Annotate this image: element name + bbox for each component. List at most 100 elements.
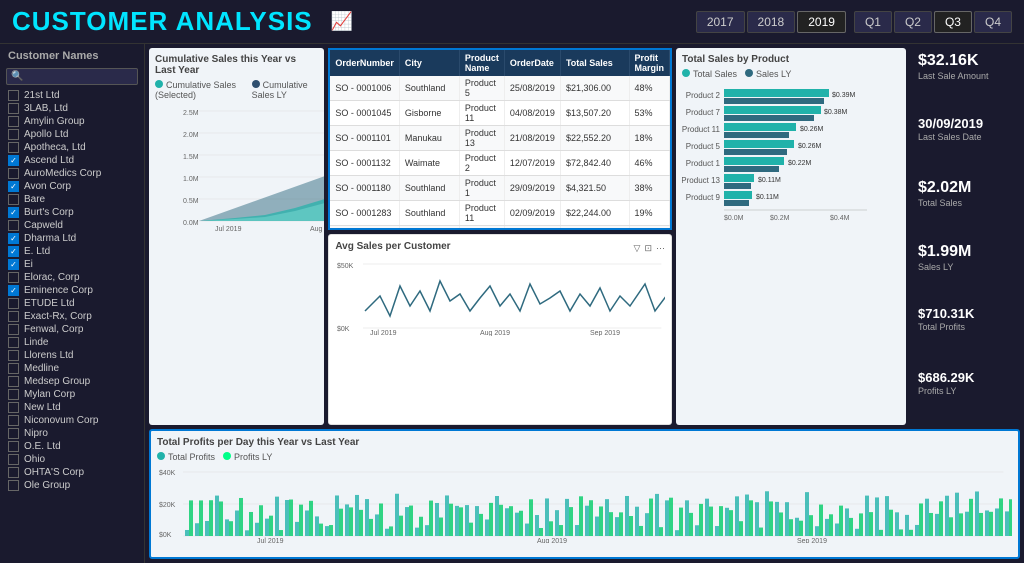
customer-item[interactable]: ✓Burt's Corp [0, 206, 144, 219]
svg-text:$0K: $0K [159, 532, 172, 539]
customer-item[interactable]: Ohio [0, 453, 144, 466]
customer-item[interactable]: Bare [0, 193, 144, 206]
customer-checkbox[interactable] [8, 311, 19, 322]
customer-checkbox[interactable] [8, 441, 19, 452]
customer-checkbox[interactable] [8, 363, 19, 374]
customer-item[interactable]: Medline [0, 362, 144, 375]
svg-text:Jul 2019: Jul 2019 [257, 538, 284, 543]
kpi-profits-ly-value: $686.29K [918, 370, 1012, 385]
customer-checkbox[interactable] [8, 194, 19, 205]
customer-item[interactable]: ETUDE Ltd [0, 297, 144, 310]
customer-checkbox[interactable] [8, 298, 19, 309]
customer-checkbox[interactable] [8, 324, 19, 335]
customer-item[interactable]: Amylin Group [0, 115, 144, 128]
customer-checkbox[interactable] [8, 116, 19, 127]
customer-checkbox[interactable] [8, 90, 19, 101]
customer-checkbox[interactable]: ✓ [8, 246, 19, 257]
customer-checkbox[interactable] [8, 337, 19, 348]
customer-item[interactable]: ✓Avon Corp [0, 180, 144, 193]
customer-item[interactable]: Medsep Group [0, 375, 144, 388]
table-row[interactable]: SO - 0001045GisborneProduct 1104/08/2019… [330, 101, 669, 126]
customer-checkbox[interactable] [8, 220, 19, 231]
customer-checkbox[interactable]: ✓ [8, 181, 19, 192]
svg-text:2.5M: 2.5M [183, 110, 199, 117]
customer-checkbox[interactable] [8, 168, 19, 179]
customer-item[interactable]: Mylan Corp [0, 388, 144, 401]
customer-name: ETUDE Ltd [24, 298, 75, 309]
customer-checkbox[interactable]: ✓ [8, 285, 19, 296]
svg-text:$0.4M: $0.4M [830, 215, 850, 222]
customer-checkbox[interactable] [8, 454, 19, 465]
customer-checkbox[interactable] [8, 142, 19, 153]
customer-item[interactable]: Apollo Ltd [0, 128, 144, 141]
q3-btn[interactable]: Q3 [934, 11, 972, 33]
customer-checkbox[interactable]: ✓ [8, 155, 19, 166]
customer-item[interactable]: Niconovum Corp [0, 414, 144, 427]
customer-checkbox[interactable]: ✓ [8, 259, 19, 270]
customer-item[interactable]: 3LAB, Ltd [0, 102, 144, 115]
q1-btn[interactable]: Q1 [854, 11, 892, 33]
customer-checkbox[interactable] [8, 480, 19, 491]
customer-name: O.E. Ltd [24, 441, 61, 452]
customer-item[interactable]: Apotheca, Ltd [0, 141, 144, 154]
year-2017-btn[interactable]: 2017 [696, 11, 745, 33]
table-row[interactable]: SO - 0001132WaimateProduct 212/07/2019$7… [330, 151, 669, 176]
table-cell: SO - 0001180 [330, 176, 399, 201]
customer-item[interactable]: ✓ Ascend Ltd [0, 154, 144, 167]
expand-icon[interactable]: ⊡ [644, 243, 652, 254]
customer-checkbox[interactable]: ✓ [8, 233, 19, 244]
table-row[interactable]: SO - 0001006SouthlandProduct 525/08/2019… [330, 76, 669, 101]
customer-checkbox[interactable]: ✓ [8, 207, 19, 218]
customer-item[interactable]: ✓Ei [0, 258, 144, 271]
customer-item[interactable]: Elorac, Corp [0, 271, 144, 284]
customer-checkbox[interactable] [8, 272, 19, 283]
customer-item[interactable]: ✓Eminence Corp [0, 284, 144, 297]
customer-item[interactable]: Llorens Ltd [0, 349, 144, 362]
customer-item[interactable]: Linde [0, 336, 144, 349]
customer-checkbox[interactable] [8, 428, 19, 439]
customer-item[interactable]: Nipro [0, 427, 144, 440]
customer-name: Ascend Ltd [24, 155, 74, 166]
product-legend: Total Sales Sales LY [682, 69, 900, 79]
table-row[interactable]: SO - 0001101ManukauProduct 1321/08/2019$… [330, 126, 669, 151]
customer-checkbox[interactable] [8, 103, 19, 114]
customer-item[interactable]: New Ltd [0, 401, 144, 414]
svg-text:Product 5: Product 5 [686, 142, 721, 151]
table-cell: 29/09/2019 [504, 176, 560, 201]
customer-item[interactable]: Capweld [0, 219, 144, 232]
customer-checkbox[interactable] [8, 389, 19, 400]
customer-checkbox[interactable] [8, 402, 19, 413]
table-row[interactable]: SO - 0001543Thames-CoromandelProduct 504… [330, 226, 669, 230]
customer-item[interactable]: ✓E. Ltd [0, 245, 144, 258]
table-row[interactable]: SO - 0001180SouthlandProduct 129/09/2019… [330, 176, 669, 201]
more-icon[interactable]: ⋯ [656, 243, 665, 254]
legend-ly: Cumulative Sales LY [252, 80, 308, 100]
filter-icon[interactable]: ▽ [634, 243, 641, 254]
customer-checkbox[interactable] [8, 415, 19, 426]
customer-checkbox[interactable] [8, 350, 19, 361]
search-input[interactable] [26, 71, 133, 82]
customer-search-box[interactable]: 🔍 [6, 68, 138, 85]
year-2019-btn[interactable]: 2019 [797, 11, 846, 33]
customer-item[interactable]: 21st Ltd [0, 89, 144, 102]
q4-btn[interactable]: Q4 [974, 11, 1012, 33]
table-row[interactable]: SO - 0001283SouthlandProduct 1102/09/201… [330, 201, 669, 226]
customer-checkbox[interactable] [8, 129, 19, 140]
q2-btn[interactable]: Q2 [894, 11, 932, 33]
customer-item[interactable]: Ole Group [0, 479, 144, 492]
table-header-cell: City [399, 50, 459, 76]
customer-checkbox[interactable] [8, 376, 19, 387]
customer-checkbox[interactable] [8, 467, 19, 478]
customer-name: Medline [24, 363, 59, 374]
customer-item[interactable]: OHTA'S Corp [0, 466, 144, 479]
customer-item[interactable]: Fenwal, Corp [0, 323, 144, 336]
top-row: Cumulative Sales this Year vs Last Year … [149, 48, 1020, 425]
customer-item[interactable]: Exact-Rx, Corp [0, 310, 144, 323]
customer-item[interactable]: ✓Dharma Ltd [0, 232, 144, 245]
customer-item[interactable]: AuroMedics Corp [0, 167, 144, 180]
svg-text:Sep 2019: Sep 2019 [590, 330, 620, 336]
year-2018-btn[interactable]: 2018 [747, 11, 796, 33]
table-cell: Waimate [399, 151, 459, 176]
customer-item[interactable]: O.E. Ltd [0, 440, 144, 453]
table-cell: 46% [629, 151, 670, 176]
